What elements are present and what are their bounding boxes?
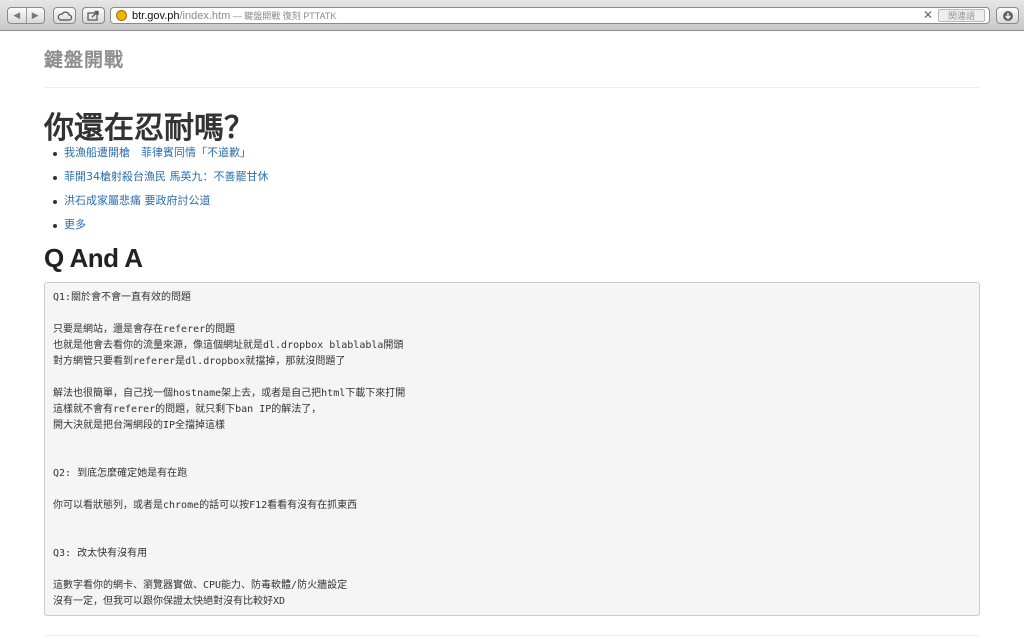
qa-line: Q3: 改太快有沒有用 xyxy=(53,548,148,559)
qa-line: Q1:關於會不會一直有效的問題 xyxy=(53,292,192,303)
download-icon xyxy=(1002,10,1013,21)
back-forward-group: ◀ ▶ xyxy=(7,7,45,24)
back-arrow-icon[interactable]: ◀ xyxy=(8,8,26,23)
cloud-icon xyxy=(57,11,72,21)
clear-icon[interactable]: ✕ xyxy=(923,8,933,23)
news-link[interactable]: 菲開34槍射殺台漁民 馬英九：不善罷甘休 xyxy=(64,170,269,183)
qa-line: 你可以看狀態列，或者是chrome的話可以按F12看看有沒有在抓東西 xyxy=(53,500,358,511)
site-brand[interactable]: 鍵盤開戰 xyxy=(44,45,124,72)
news-link[interactable]: 我漁船遭開槍 菲律賓同情「不道歉」 xyxy=(64,146,251,159)
qa-line: 解法也很簡單，自己找一個hostname架上去，或者是自己把html下載下來打開 xyxy=(53,388,406,399)
header-divider xyxy=(44,87,980,88)
footer-divider xyxy=(44,635,980,636)
browser-toolbar: ◀ ▶ btr.gov.ph/index.htm — 鍵盤開戰 復刻 PTTAT… xyxy=(0,0,1024,31)
url-text: btr.gov.ph/index.htm — 鍵盤開戰 復刻 PTTATK xyxy=(132,9,336,23)
more-link[interactable]: 更多 xyxy=(64,218,86,231)
news-list: 我漁船遭開槍 菲律賓同情「不道歉」 菲開34槍射殺台漁民 馬英九：不善罷甘休 洪… xyxy=(44,145,269,241)
cloud-button[interactable] xyxy=(53,7,76,24)
qa-line: 也就是他會去看你的流量來源，像這個網址就是dl.dropbox blablabl… xyxy=(53,340,404,351)
list-item: 我漁船遭開槍 菲律賓同情「不道歉」 xyxy=(44,145,269,169)
url-page-title: — 鍵盤開戰 復刻 PTTATK xyxy=(230,11,337,21)
url-domain: btr.gov.ph xyxy=(132,10,180,22)
share-button[interactable] xyxy=(82,7,105,24)
qa-line: 只要是網站，還是會存在referer的問題 xyxy=(53,324,236,335)
search-field[interactable]: 関連語 xyxy=(938,9,985,22)
qa-line: 對方網管只要看到referer是dl.dropbox就擋掉，那就沒問題了 xyxy=(53,356,346,367)
url-path: /index.htm xyxy=(179,10,231,22)
forward-arrow-icon[interactable]: ▶ xyxy=(25,8,45,23)
list-item: 更多 xyxy=(44,217,269,241)
list-item: 洪石成家屬悲痛 要政府討公道 xyxy=(44,193,269,217)
share-icon xyxy=(87,10,99,21)
site-favicon-icon xyxy=(116,10,127,21)
qa-line: 開大決就是把台灣網段的IP全擋掉這樣 xyxy=(53,420,226,431)
list-item: 菲開34槍射殺台漁民 馬英九：不善罷甘休 xyxy=(44,169,269,193)
qa-line: 這數字看你的網卡、瀏覽器實做、CPU能力、防毒軟體/防火牆設定 xyxy=(53,580,348,591)
address-bar[interactable]: btr.gov.ph/index.htm — 鍵盤開戰 復刻 PTTATK ✕ … xyxy=(110,7,990,24)
downloads-button[interactable] xyxy=(996,7,1019,24)
page-heading: 你還在忍耐嗎？ xyxy=(44,111,254,146)
news-link[interactable]: 洪石成家屬悲痛 要政府討公道 xyxy=(64,194,211,207)
qa-code-block: Q1:關於會不會一直有效的問題 只要是網站，還是會存在referer的問題 也就… xyxy=(44,282,980,616)
qa-line: Q2: 到底怎麼確定她是有在跑 xyxy=(53,468,188,479)
qa-line: 這樣就不會有referer的問題，就只剩下ban IP的解法了， xyxy=(53,404,322,415)
qa-heading: Q And A xyxy=(44,243,143,273)
qa-line: 沒有一定，但我可以跟你保證太快絕對沒有比較好XD xyxy=(53,596,286,607)
